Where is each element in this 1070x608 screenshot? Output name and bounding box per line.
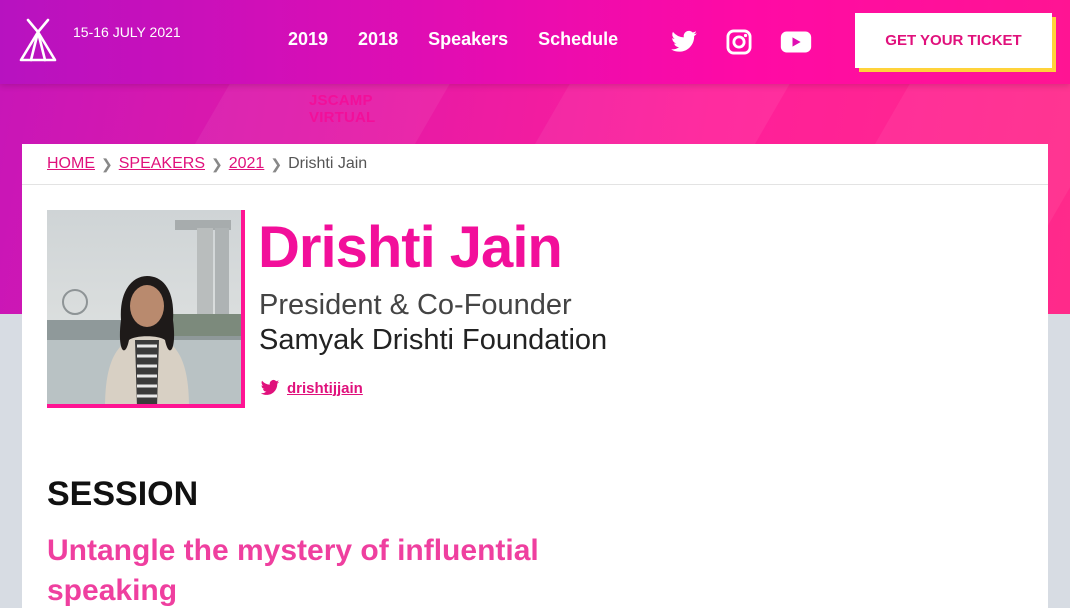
speaker-name: Drishti Jain [258,215,563,280]
main-nav: 2019 2018 Speakers Schedule [288,29,648,50]
speaker-photo [47,210,245,408]
speaker-organization: Samyak Drishti Foundation [259,324,608,356]
twitter-icon[interactable] [669,28,699,56]
brand-date: 15-16 JULY 2021 [73,24,181,40]
youtube-icon[interactable] [779,28,813,56]
speaker-role: President & Co-Founder [259,289,572,321]
chevron-right-icon: ❯ [270,155,283,172]
session-heading: SESSION [47,475,199,513]
chevron-right-icon: ❯ [101,155,113,172]
session-title[interactable]: Untangle the mystery of influential spea… [47,531,607,608]
nav-link-2018[interactable]: 2018 [358,29,398,50]
breadcrumb: HOME ❯ SPEAKERS ❯ 2021 ❯ Drishti Jain [22,144,1048,185]
breadcrumb-home[interactable]: HOME [47,155,95,173]
brand-name: JSCAMP VIRTUAL [309,92,376,126]
nav-link-speakers[interactable]: Speakers [428,29,508,50]
instagram-icon[interactable] [724,28,754,56]
get-ticket-button[interactable]: GET YOUR TICKET [855,13,1052,68]
speaker-twitter-handle: drishtijjain [287,379,363,397]
chevron-right-icon: ❯ [211,155,223,172]
nav-link-schedule[interactable]: Schedule [538,29,618,50]
breadcrumb-2021[interactable]: 2021 [229,155,265,173]
nav-link-2019[interactable]: 2019 [288,29,328,50]
tent-logo-icon[interactable] [18,18,58,64]
breadcrumb-current: Drishti Jain [288,155,368,172]
twitter-icon [260,380,280,395]
top-navbar: JSCAMP VIRTUAL 15-16 JULY 2021 2019 2018… [0,0,1070,126]
speaker-twitter-link[interactable]: drishtijjain [259,378,363,398]
speaker-card: HOME ❯ SPEAKERS ❯ 2021 ❯ Drishti Jain Dr… [22,144,1048,608]
breadcrumb-speakers[interactable]: SPEAKERS [119,155,205,173]
brand[interactable]: JSCAMP VIRTUAL 15-16 JULY 2021 [73,22,375,126]
